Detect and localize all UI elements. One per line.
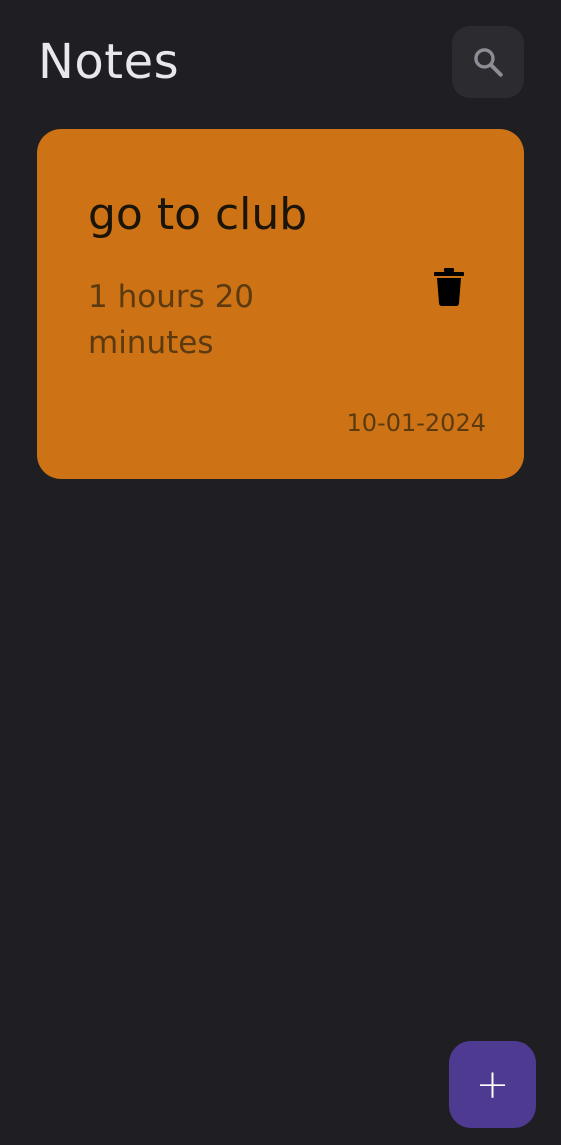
- add-note-button[interactable]: +: [449, 1041, 536, 1128]
- page-title: Notes: [38, 34, 180, 90]
- note-card[interactable]: go to club 1 hours 20 minutes 10-01-2024: [37, 129, 524, 479]
- search-icon: [474, 48, 503, 77]
- note-title: go to club: [88, 189, 308, 240]
- trash-icon: [434, 268, 464, 306]
- notes-screen: Notes go to club 1 hours 20 minutes 10-0…: [0, 0, 561, 1145]
- search-button[interactable]: [452, 26, 524, 98]
- note-date: 10-01-2024: [346, 409, 486, 437]
- plus-icon: +: [475, 1061, 510, 1108]
- note-duration: 1 hours 20 minutes: [88, 279, 255, 361]
- delete-note-button[interactable]: [429, 263, 469, 311]
